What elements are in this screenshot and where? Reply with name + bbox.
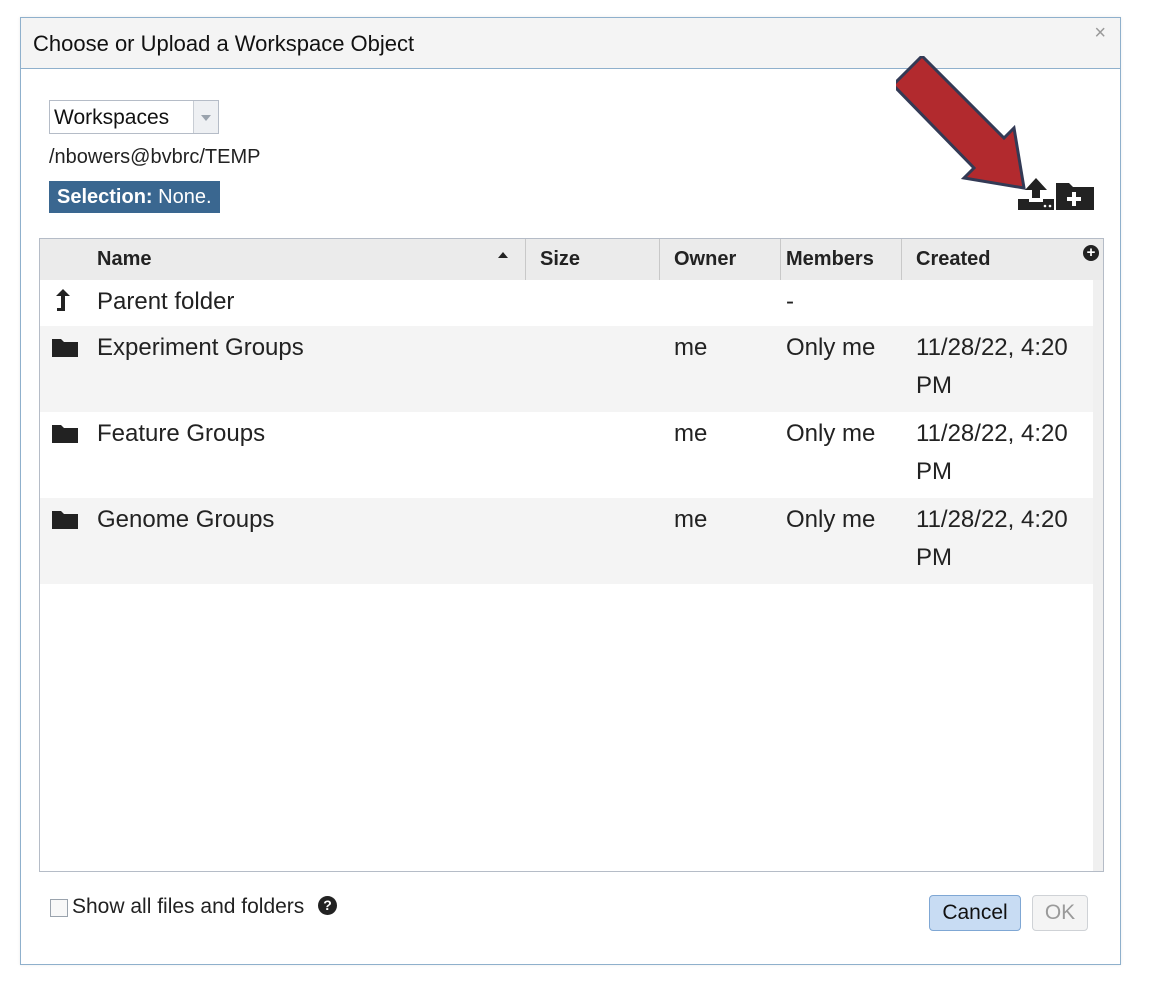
ok-button[interactable]: OK [1032, 895, 1088, 931]
column-header-members-label: Members [786, 248, 874, 270]
folder-icon [52, 425, 78, 443]
row-members: Only me [786, 420, 876, 447]
table-row[interactable]: Genome Groups me Only me 11/28/22, 4:20 … [40, 498, 1093, 584]
add-column-icon[interactable]: + [1083, 245, 1099, 261]
chevron-down-icon[interactable] [193, 101, 218, 133]
row-name: Feature Groups [97, 420, 266, 447]
workspace-select[interactable]: Workspaces [49, 100, 219, 134]
table-row[interactable]: Feature Groups me Only me 11/28/22, 4:20… [40, 412, 1093, 498]
grid-header: Name Size Owner Members Created + [40, 239, 1103, 280]
table-row[interactable]: Experiment Groups me Only me 11/28/22, 4… [40, 326, 1093, 412]
annotation-arrow-icon [896, 56, 1026, 190]
row-created-line1: 11/28/22, 4:20 [916, 334, 1068, 361]
column-header-owner-label: Owner [674, 248, 737, 270]
folder-icon [52, 339, 78, 357]
row-name: Genome Groups [97, 506, 275, 533]
row-owner: me [674, 334, 708, 361]
column-header-created-label: Created [916, 248, 991, 270]
dialog-title: Choose or Upload a Workspace Object [33, 31, 415, 56]
row-name: Parent folder [97, 288, 235, 315]
row-owner: me [674, 506, 708, 533]
help-icon[interactable]: ? [318, 896, 337, 915]
row-created-line1: 11/28/22, 4:20 [916, 420, 1068, 447]
column-header-members[interactable]: Members [781, 239, 902, 280]
show-all-label[interactable]: Show all files and folders [72, 895, 304, 919]
row-members: Only me [786, 506, 876, 533]
upload-icon[interactable] [1017, 177, 1055, 211]
show-all-checkbox[interactable] [50, 899, 68, 917]
row-members: - [786, 288, 794, 315]
close-icon[interactable]: × [1094, 22, 1106, 45]
workspace-object-dialog: Choose or Upload a Workspace Object × Wo… [20, 17, 1121, 965]
grid-scrollbar[interactable] [1093, 280, 1103, 871]
column-header-owner[interactable]: Owner [660, 239, 781, 280]
column-header-name-label: Name [97, 248, 152, 270]
selection-label: Selection: [57, 186, 153, 208]
row-owner: me [674, 420, 708, 447]
row-created-line1: 11/28/22, 4:20 [916, 506, 1068, 533]
sort-ascending-icon [498, 252, 508, 258]
cancel-button[interactable]: Cancel [929, 895, 1021, 931]
column-header-name[interactable]: Name [40, 239, 526, 280]
row-created: 11/28/22, 4:20 PM [916, 415, 1068, 491]
workspace-select-value: Workspaces [54, 106, 170, 129]
row-members: Only me [786, 334, 876, 361]
row-created: 11/28/22, 4:20 PM [916, 501, 1068, 577]
column-header-size[interactable]: Size [526, 239, 660, 280]
selection-value: None. [158, 186, 212, 208]
file-grid: Name Size Owner Members Created + Parent… [39, 238, 1104, 872]
row-created-line2: PM [916, 458, 952, 485]
table-row[interactable]: Parent folder - [40, 280, 1093, 326]
new-folder-icon[interactable] [1055, 179, 1095, 211]
current-path: /nbowers@bvbrc/TEMP [49, 146, 261, 168]
row-created-line2: PM [916, 544, 952, 571]
row-created-line2: PM [916, 372, 952, 399]
column-header-created[interactable]: Created [902, 239, 1103, 280]
up-arrow-icon [56, 289, 70, 311]
column-header-size-label: Size [540, 248, 581, 270]
row-created: 11/28/22, 4:20 PM [916, 329, 1068, 405]
selection-badge: Selection: None. [49, 181, 220, 213]
dialog-titlebar: Choose or Upload a Workspace Object × [21, 18, 1120, 69]
folder-icon [52, 511, 78, 529]
row-name: Experiment Groups [97, 334, 304, 361]
